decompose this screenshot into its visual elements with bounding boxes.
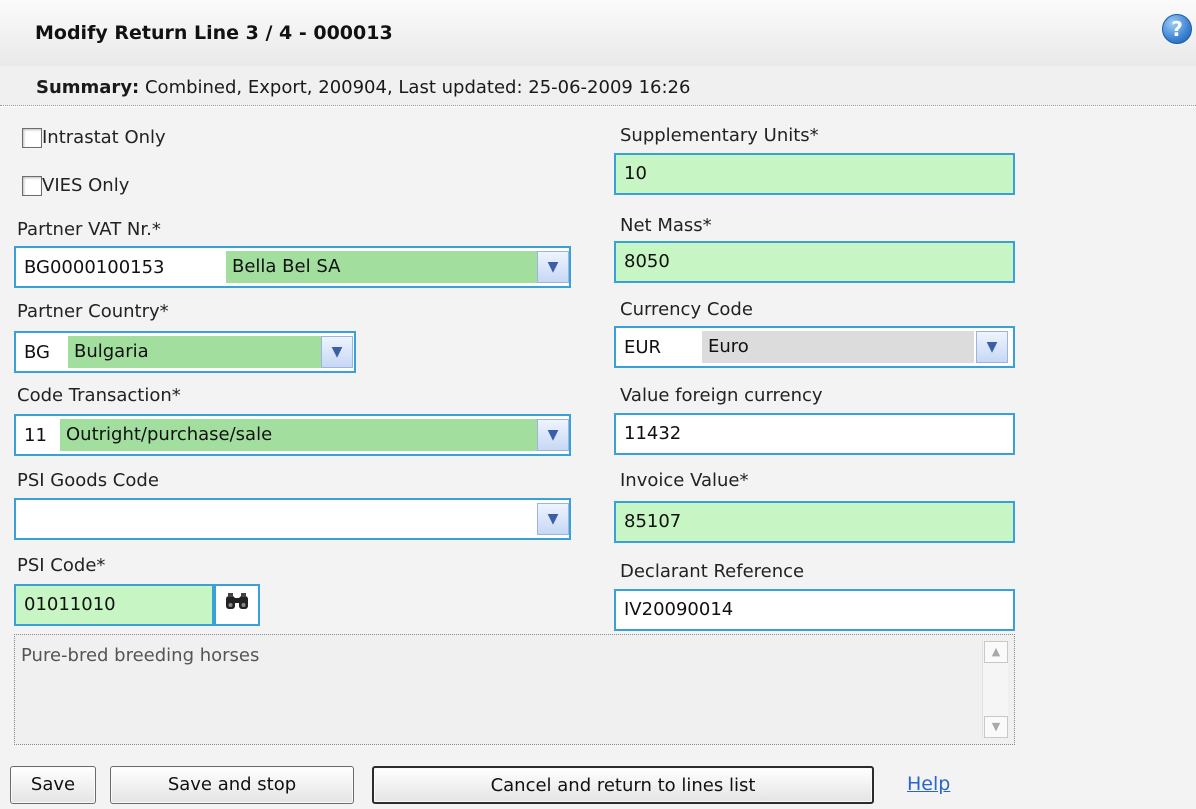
chevron-down-icon[interactable]: ▼: [976, 331, 1008, 363]
currency-code-label: Currency Code: [620, 299, 753, 320]
currency-code-code: EUR: [624, 337, 662, 358]
summary: Summary: Combined, Export, 200904, Last …: [36, 77, 690, 98]
psi-code-label: PSI Code*: [17, 555, 106, 576]
binoculars-icon[interactable]: [214, 584, 260, 626]
chevron-down-icon[interactable]: ▼: [537, 503, 569, 535]
partner-vat-name: Bella Bel SA: [226, 251, 544, 283]
chevron-down-icon[interactable]: ▼: [537, 251, 569, 283]
binoculars-glyph: [226, 593, 248, 609]
value-foreign-input[interactable]: 11432: [614, 413, 1015, 455]
code-transaction-select[interactable]: 11 Outright/purchase/sale ▼: [14, 414, 571, 456]
value-foreign-label: Value foreign currency: [620, 385, 823, 406]
intrastat-only-label: Intrastat Only: [42, 127, 166, 148]
chevron-down-icon[interactable]: ▼: [321, 336, 353, 368]
partner-vat-code: BG0000100153: [24, 257, 165, 278]
declarant-reference-label: Declarant Reference: [620, 561, 805, 582]
declarant-reference-input[interactable]: IV20090014: [614, 589, 1015, 631]
net-mass-input[interactable]: 8050: [614, 241, 1015, 283]
help-link[interactable]: Help: [907, 773, 950, 795]
supplementary-units-label: Supplementary Units*: [620, 125, 819, 146]
summary-label: Summary:: [36, 77, 140, 98]
partner-country-code: BG: [24, 342, 50, 363]
cancel-button[interactable]: Cancel and return to lines list: [372, 766, 874, 804]
save-button[interactable]: Save: [10, 766, 96, 804]
intrastat-only-checkbox[interactable]: [22, 128, 42, 148]
vies-only-checkbox[interactable]: [22, 176, 42, 196]
currency-code-select[interactable]: EUR Euro ▼: [614, 326, 1015, 368]
partner-country-name: Bulgaria: [68, 336, 326, 368]
description-text: Pure-bred breeding horses: [21, 645, 260, 666]
code-transaction-code: 11: [24, 425, 47, 446]
invoice-value-label: Invoice Value*: [620, 470, 749, 491]
partner-country-select[interactable]: BG Bulgaria ▼: [14, 331, 356, 373]
scrollbar[interactable]: ▲ ▼: [982, 641, 1008, 738]
psi-goods-code-label: PSI Goods Code: [17, 470, 159, 491]
summary-text: Combined, Export, 200904, Last updated: …: [144, 77, 691, 98]
invoice-value-input[interactable]: 85107: [614, 501, 1015, 543]
help-icon[interactable]: ?: [1162, 14, 1192, 44]
code-transaction-name: Outright/purchase/sale: [60, 419, 544, 451]
psi-code-input[interactable]: 01011010: [14, 584, 214, 626]
supplementary-units-input[interactable]: 10: [614, 153, 1015, 195]
net-mass-label: Net Mass*: [620, 215, 712, 236]
page-title: Modify Return Line 3 / 4 - 000013: [35, 22, 393, 44]
vies-only-label: VIES Only: [42, 175, 130, 196]
partner-vat-label: Partner VAT Nr.*: [17, 219, 161, 240]
scroll-down-icon[interactable]: ▼: [984, 716, 1008, 738]
partner-vat-select[interactable]: BG0000100153 Bella Bel SA ▼: [14, 246, 571, 288]
save-and-stop-button[interactable]: Save and stop: [110, 766, 354, 804]
header-bar: Modify Return Line 3 / 4 - 000013 ?: [0, 0, 1196, 66]
currency-code-name: Euro: [702, 331, 974, 363]
summary-row: Summary: Combined, Export, 200904, Last …: [0, 66, 1196, 106]
chevron-down-icon[interactable]: ▼: [537, 419, 569, 451]
code-transaction-label: Code Transaction*: [17, 385, 181, 406]
partner-country-label: Partner Country*: [17, 301, 169, 322]
description-textarea[interactable]: Pure-bred breeding horses ▲ ▼: [14, 634, 1015, 745]
psi-goods-code-select[interactable]: ▼: [14, 498, 571, 540]
scroll-up-icon[interactable]: ▲: [984, 641, 1008, 663]
